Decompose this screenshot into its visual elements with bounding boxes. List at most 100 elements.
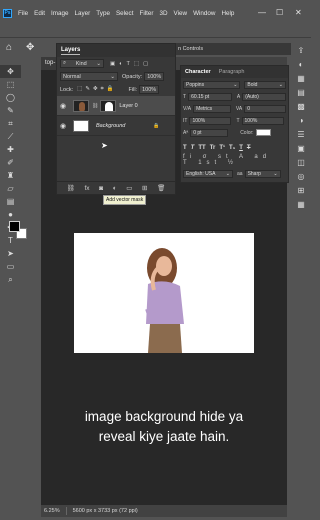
- underline-button[interactable]: T: [239, 145, 243, 151]
- home-icon[interactable]: ⌂: [6, 42, 12, 53]
- gradient-tool-icon[interactable]: ▤: [0, 195, 21, 208]
- antialias-value: Sharp: [247, 170, 261, 177]
- tab-paragraph[interactable]: Paragraph: [215, 69, 249, 75]
- chain-link-icon[interactable]: ⛓: [92, 103, 98, 109]
- fill-field[interactable]: 100%: [139, 85, 160, 94]
- kind-filter-dropdown[interactable]: ⌕ Kind ⌄: [60, 59, 104, 68]
- vertical-scale-field[interactable]: 100%: [189, 116, 232, 125]
- blend-mode-dropdown[interactable]: Normal ⌄: [60, 72, 118, 81]
- foreground-color-swatch[interactable]: [9, 221, 20, 232]
- layer-mask-thumbnail[interactable]: [100, 99, 117, 112]
- clone-stamp-tool-icon[interactable]: ♜: [0, 169, 21, 182]
- new-layer-icon[interactable]: ⊞: [142, 184, 147, 192]
- history-icon[interactable]: ▦: [291, 197, 311, 211]
- font-style-dropdown[interactable]: Bold ⌄: [244, 80, 286, 89]
- shape-tool-icon[interactable]: ▭: [0, 260, 21, 273]
- text-color-swatch[interactable]: [255, 129, 271, 136]
- menu-help[interactable]: Help: [221, 10, 234, 17]
- baseline-shift-field[interactable]: 0 pt: [190, 128, 229, 137]
- kerning-field[interactable]: Metrics: [193, 104, 231, 113]
- small-caps-button[interactable]: Tr: [210, 145, 216, 151]
- zoom-level[interactable]: 6.25%: [44, 508, 60, 514]
- lock-icons[interactable]: ⬚✎✥⌗🔒: [77, 86, 116, 93]
- crop-tool-icon[interactable]: ⌗: [0, 117, 21, 130]
- eyedropper-tool-icon[interactable]: ⟋: [0, 130, 21, 143]
- layer-name[interactable]: Background: [96, 123, 125, 129]
- horizontal-scale-field[interactable]: 100%: [241, 116, 284, 125]
- layer-row-layer-0[interactable]: ◉ ⛓ Layer 0: [57, 96, 175, 116]
- move-tool-icon[interactable]: ✥: [0, 65, 21, 78]
- font-size-field[interactable]: 60.15 pt: [188, 92, 232, 101]
- faux-bold-button[interactable]: T: [183, 145, 187, 151]
- visibility-eye-icon[interactable]: ◉: [60, 102, 69, 110]
- quick-select-tool-icon[interactable]: ✎: [0, 104, 21, 117]
- close-icon[interactable]: ✕: [295, 8, 302, 17]
- mask-icon[interactable]: ◙: [99, 185, 103, 192]
- fx-icon[interactable]: fx: [84, 185, 89, 192]
- menu-view[interactable]: View: [174, 10, 188, 17]
- font-family-value: Poppins: [186, 81, 205, 88]
- leading-field[interactable]: (Auto): [242, 92, 286, 101]
- tab-character[interactable]: Character: [181, 69, 215, 75]
- subscript-button[interactable]: T₁: [229, 145, 235, 151]
- healing-tool-icon[interactable]: ✚: [0, 143, 21, 156]
- maximize-icon[interactable]: ☐: [276, 8, 283, 17]
- brush-tool-icon[interactable]: ✐: [0, 156, 21, 169]
- path-select-tool-icon[interactable]: ➤: [0, 247, 21, 260]
- options-controls-strip: n Controls: [176, 43, 301, 55]
- opentype-features-icons[interactable]: fi σ st A ad T 1st ½: [183, 154, 286, 166]
- menu-image[interactable]: Image: [51, 10, 69, 17]
- search-icon: ⌕: [63, 60, 67, 66]
- move-icon[interactable]: ✥: [26, 42, 34, 53]
- menu-file[interactable]: File: [18, 10, 28, 17]
- menu-edit[interactable]: Edit: [34, 10, 45, 17]
- adjustments-icon[interactable]: ◑: [291, 113, 311, 127]
- menu-3d[interactable]: 3D: [159, 10, 167, 17]
- size-row: T 60.15 pt A (Auto): [181, 91, 288, 102]
- layer-row-background[interactable]: ◉ Background 🔒: [57, 116, 175, 136]
- superscript-button[interactable]: T¹: [219, 145, 225, 151]
- menu-type[interactable]: Type: [96, 10, 110, 17]
- trash-icon[interactable]: 🗑: [157, 184, 165, 192]
- properties-icon[interactable]: ☰: [291, 127, 311, 141]
- visibility-eye-icon[interactable]: ◉: [60, 122, 69, 130]
- libraries-icon[interactable]: ▣: [291, 141, 311, 155]
- patterns-icon[interactable]: ▩: [291, 99, 311, 113]
- tracking-field[interactable]: 0: [244, 104, 286, 113]
- faux-italic-button[interactable]: T: [191, 145, 195, 151]
- swatches-icon[interactable]: ▦: [291, 71, 311, 85]
- menu-layer[interactable]: Layer: [75, 10, 91, 17]
- layers-tab[interactable]: Layers: [61, 47, 81, 55]
- all-caps-button[interactable]: TT: [198, 145, 205, 151]
- zoom-tool-icon[interactable]: ⌕: [0, 273, 21, 286]
- filter-type-icons[interactable]: ▣◐T⬚▢: [110, 61, 152, 67]
- menu-window[interactable]: Window: [193, 10, 215, 17]
- status-bar: 6.25% 5600 px x 3733 px (72 ppi): [41, 505, 287, 517]
- font-family-dropdown[interactable]: Poppins ⌄: [183, 80, 241, 89]
- language-dropdown[interactable]: English: USA ⌄: [183, 169, 233, 178]
- paths-icon[interactable]: ⊞: [291, 183, 311, 197]
- layer-name[interactable]: Layer 0: [119, 103, 137, 109]
- menu-filter[interactable]: Filter: [139, 10, 153, 17]
- share-icon[interactable]: ⇪: [291, 43, 311, 57]
- layers-icon[interactable]: ◫: [291, 155, 311, 169]
- channels-icon[interactable]: ◎: [291, 169, 311, 183]
- strikethrough-button[interactable]: T: [247, 145, 251, 151]
- antialias-dropdown[interactable]: Sharp ⌄: [244, 169, 281, 178]
- menu-select[interactable]: Select: [116, 10, 134, 17]
- lasso-tool-icon[interactable]: ◯: [0, 91, 21, 104]
- character-panel: Character Paragraph Poppins ⌄ Bold ⌄ T 60.…: [180, 65, 289, 183]
- dodge-tool-icon[interactable]: ●: [0, 208, 21, 221]
- link-icon[interactable]: ⛓: [67, 184, 75, 192]
- adjustment-icon[interactable]: ◐: [113, 185, 117, 192]
- opacity-field[interactable]: 100%: [144, 72, 165, 81]
- marquee-tool-icon[interactable]: ⬚: [0, 78, 21, 91]
- show-controls-label[interactable]: n Controls: [178, 46, 203, 52]
- color-panel-icon[interactable]: ◐: [291, 57, 311, 71]
- eraser-tool-icon[interactable]: ▱: [0, 182, 21, 195]
- group-icon[interactable]: ▭: [126, 184, 132, 192]
- caption-line-2: reveal kiye jaate hain.: [98, 429, 230, 444]
- gradients-icon[interactable]: ▤: [291, 85, 311, 99]
- minimize-icon[interactable]: —: [258, 8, 266, 17]
- horizontal-scale-icon: T: [236, 117, 240, 124]
